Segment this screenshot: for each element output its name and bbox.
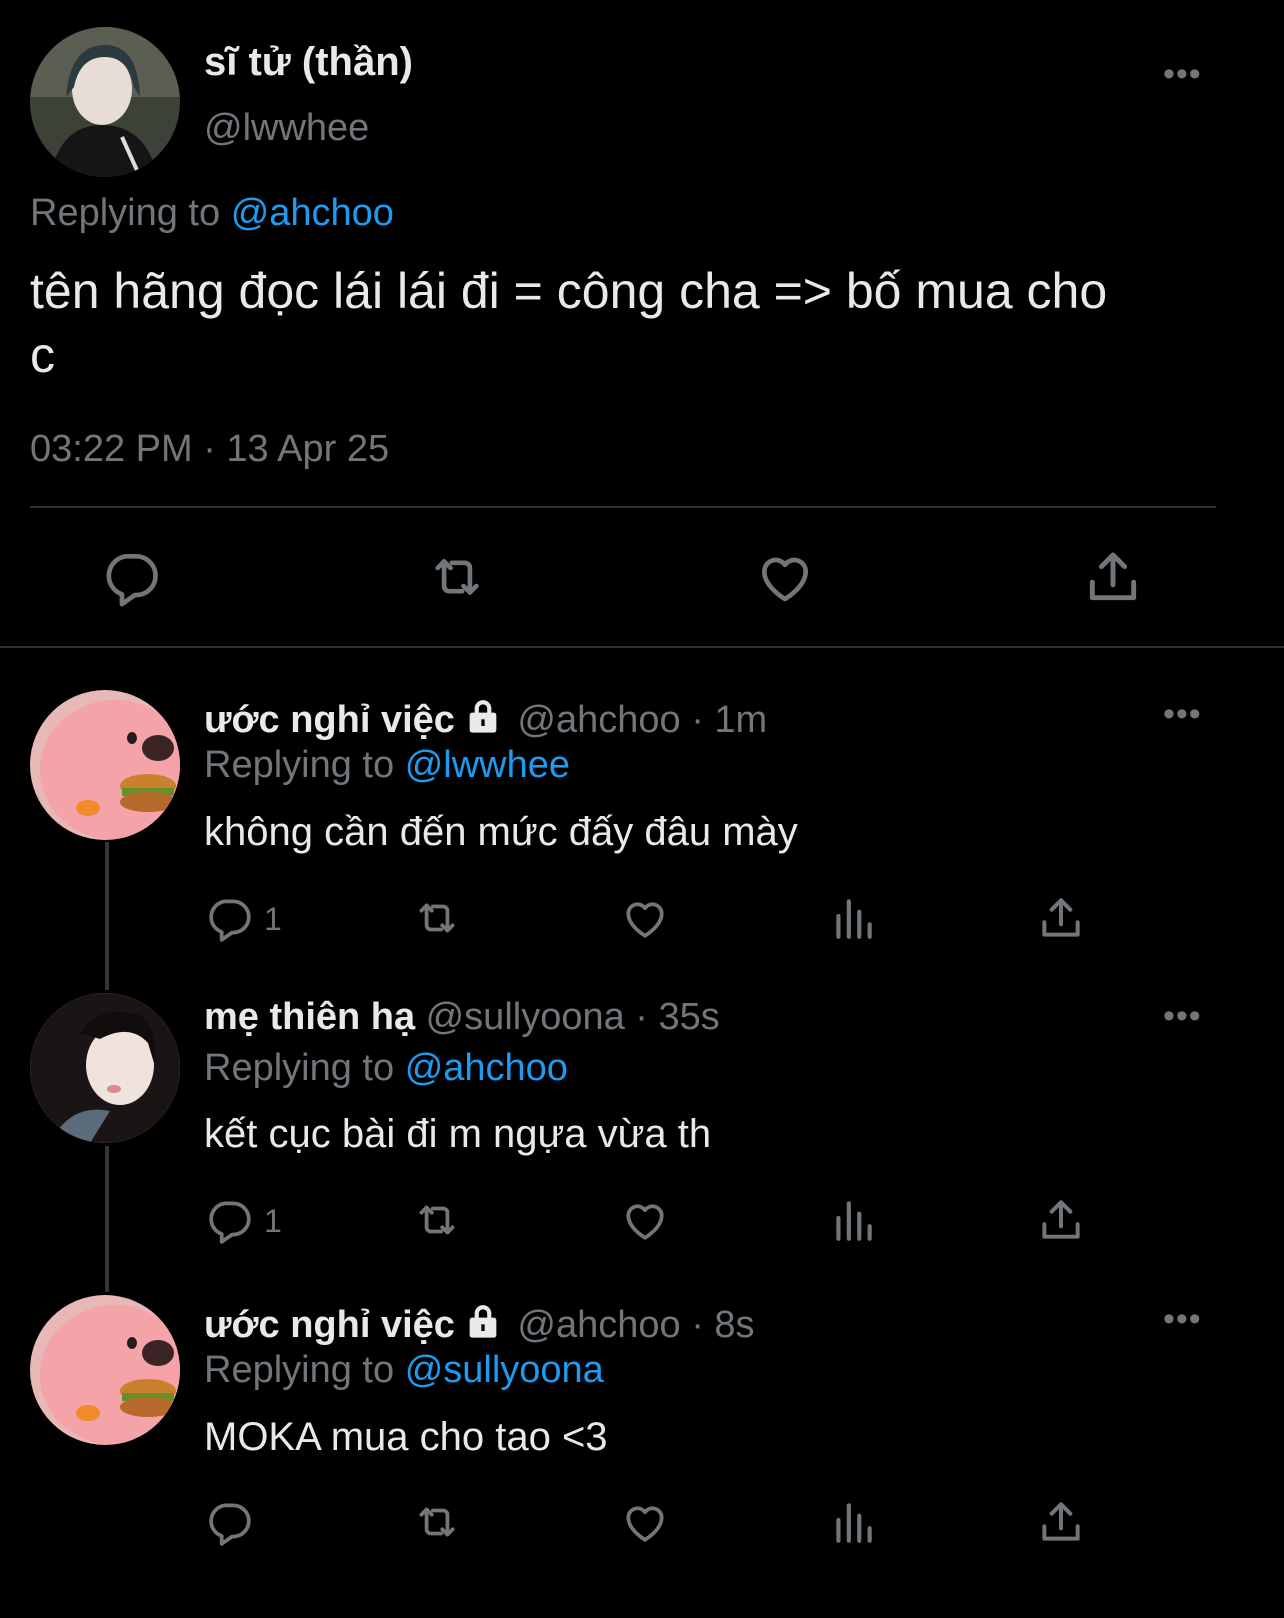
reply-author-name[interactable]: mẹ thiên hạ <box>204 996 415 1038</box>
replying-to-line: Replying to @ahchoo <box>204 1047 568 1090</box>
replying-to-prefix: Replying to <box>204 1349 395 1391</box>
reply-count: 1 <box>264 1203 282 1239</box>
avatar[interactable] <box>30 690 180 840</box>
thread-line <box>105 1146 109 1292</box>
more-icon[interactable]: ••• <box>1163 697 1202 731</box>
replying-to-link[interactable]: @ahchoo <box>405 1047 568 1089</box>
like-icon[interactable] <box>620 1497 670 1547</box>
reply-header: ước nghỉ việc @ahchoo · 8s <box>204 1301 755 1347</box>
lock-icon <box>463 1301 503 1341</box>
divider <box>30 506 1216 508</box>
replying-to-prefix: Replying to <box>204 1047 395 1089</box>
reply-handle-time[interactable]: @ahchoo · 8s <box>517 1304 754 1346</box>
like-icon[interactable] <box>620 1195 670 1245</box>
reply-icon[interactable] <box>100 546 162 608</box>
tweet-text-line-2: c <box>30 327 55 383</box>
replying-to-line: Replying to @sullyoona <box>204 1349 604 1392</box>
like-icon[interactable] <box>620 893 670 943</box>
replying-to-prefix: Replying to <box>30 192 221 234</box>
share-icon[interactable] <box>1036 1195 1086 1245</box>
replying-to-link[interactable]: @sullyoona <box>405 1349 604 1391</box>
tweet-timestamp[interactable]: 03:22 PM · 13 Apr 25 <box>30 428 389 471</box>
author-name[interactable]: sĩ tử (thần) <box>204 40 413 85</box>
author-handle[interactable]: @lwwhee <box>204 107 369 150</box>
retweet-icon[interactable] <box>410 1195 464 1245</box>
reply-count: 1 <box>264 901 282 937</box>
thread-line <box>105 842 109 990</box>
replying-to-link[interactable]: @lwwhee <box>405 744 570 786</box>
avatar-image <box>30 27 180 177</box>
avatar[interactable] <box>30 1295 180 1445</box>
reply-icon[interactable] <box>204 893 254 943</box>
reply-author-name[interactable]: ước nghỉ việc <box>204 699 455 741</box>
reply-text: MOKA mua cho tao <3 <box>204 1415 608 1459</box>
section-divider <box>0 646 1284 648</box>
reply-handle-time[interactable]: @ahchoo · 1m <box>517 699 767 741</box>
share-icon[interactable] <box>1036 1497 1086 1547</box>
avatar[interactable] <box>30 993 180 1143</box>
views-icon[interactable] <box>828 1497 878 1547</box>
tweet-text-line-1: tên hãng đọc lái lái đi = công cha => bố… <box>30 263 1108 319</box>
reply-header: ước nghỉ việc @ahchoo · 1m <box>204 696 767 742</box>
avatar-image <box>30 993 180 1143</box>
share-icon[interactable] <box>1036 893 1086 943</box>
reply-handle-time[interactable]: @sullyoona · 35s <box>426 996 720 1038</box>
avatar-image <box>30 1295 180 1445</box>
retweet-icon[interactable] <box>410 893 464 943</box>
share-icon[interactable] <box>1082 546 1144 608</box>
more-icon[interactable]: ••• <box>1163 999 1202 1033</box>
reply-icon[interactable] <box>204 1497 254 1547</box>
retweet-icon[interactable] <box>424 546 490 608</box>
reply-text: kết cục bài đi m ngựa vừa th <box>204 1112 712 1156</box>
reply-author-name[interactable]: ước nghỉ việc <box>204 1304 455 1346</box>
reply-icon[interactable] <box>204 1195 254 1245</box>
like-icon[interactable] <box>754 546 816 608</box>
lock-icon <box>463 696 503 736</box>
reply-header: mẹ thiên hạ @sullyoona · 35s <box>204 996 720 1039</box>
more-icon[interactable]: ••• <box>1163 57 1202 91</box>
avatar[interactable] <box>30 27 180 177</box>
retweet-icon[interactable] <box>410 1497 464 1547</box>
more-icon[interactable]: ••• <box>1163 1302 1202 1336</box>
replying-to-prefix: Replying to <box>204 744 395 786</box>
replying-to-line: Replying to @ahchoo <box>30 192 394 235</box>
replying-to-link[interactable]: @ahchoo <box>231 192 394 234</box>
replying-to-line: Replying to @lwwhee <box>204 744 570 787</box>
views-icon[interactable] <box>828 893 878 943</box>
views-icon[interactable] <box>828 1195 878 1245</box>
reply-text: không cần đến mức đấy đâu mày <box>204 810 798 854</box>
avatar-image <box>30 690 180 840</box>
